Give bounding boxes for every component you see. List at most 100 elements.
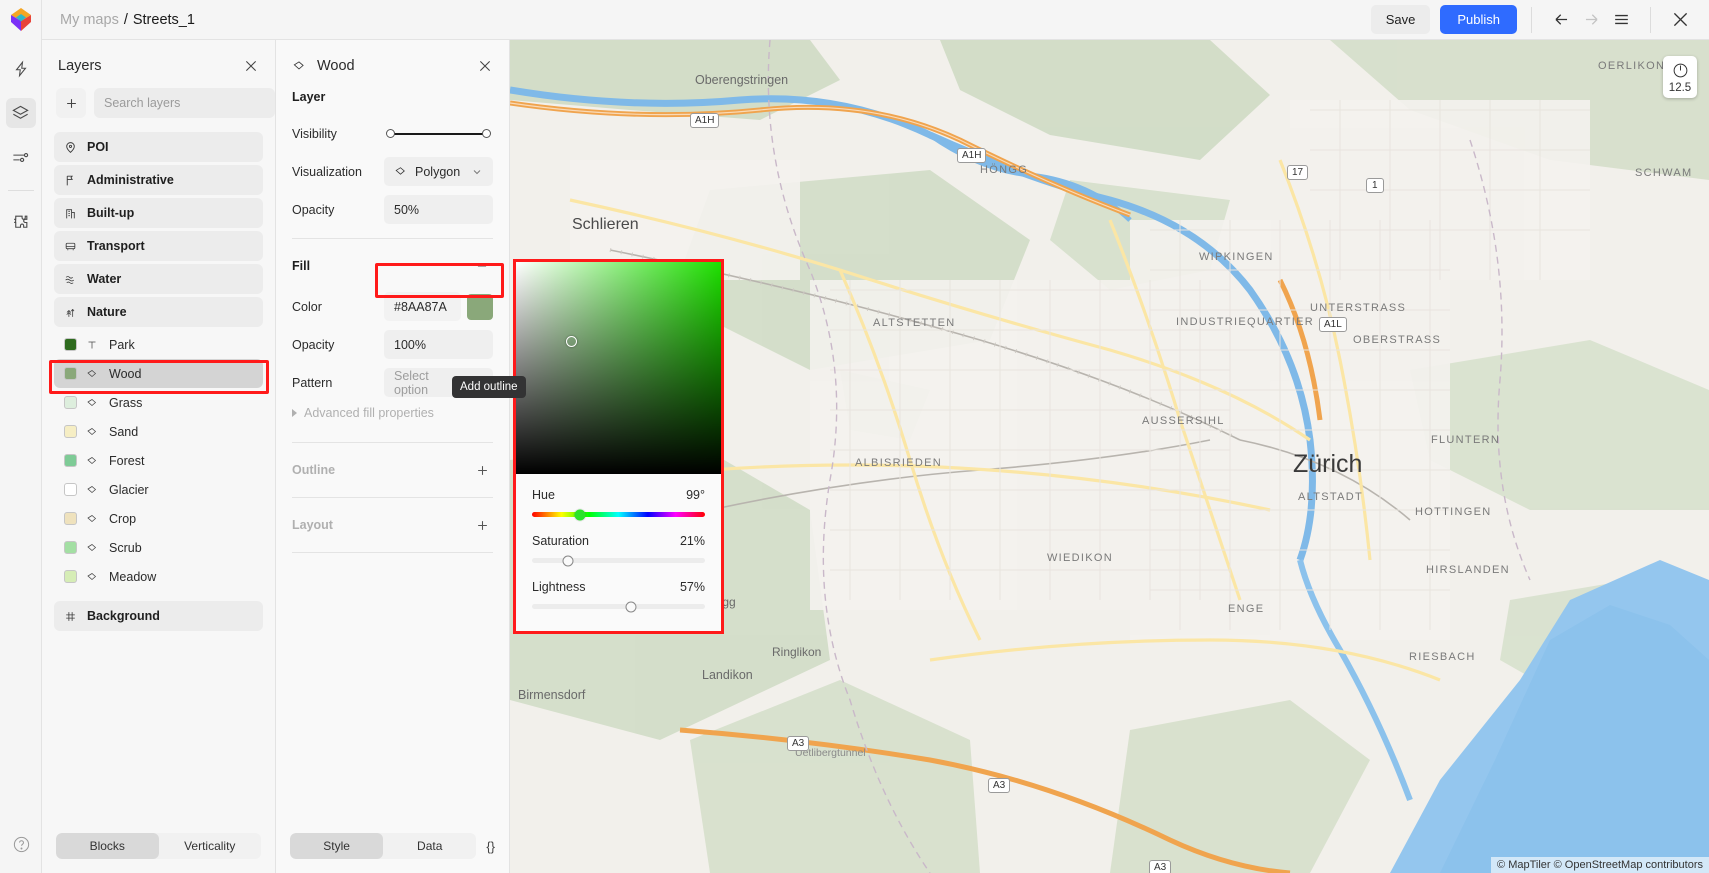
puzzle-icon	[11, 213, 30, 232]
section-divider-4	[292, 552, 493, 553]
polygon-icon	[86, 397, 100, 409]
publish-button[interactable]: Publish	[1440, 5, 1517, 34]
layer-item-grass[interactable]: Grass	[54, 388, 263, 417]
add-outline-button[interactable]	[471, 459, 493, 481]
saturation-value: 21%	[680, 534, 705, 548]
polygon-icon	[86, 542, 100, 554]
layers-panel-close-button[interactable]	[243, 58, 259, 74]
layer-group-label: Transport	[87, 239, 145, 253]
tab-data[interactable]: Data	[383, 833, 476, 859]
fill-opacity-input[interactable]: 100%	[384, 330, 493, 359]
visibility-slider-track	[390, 133, 487, 135]
layer-group-label: Administrative	[87, 173, 174, 187]
layer-item-forest[interactable]: Forest	[54, 446, 263, 475]
close-editor-button[interactable]	[1665, 5, 1695, 35]
visualization-select[interactable]: Polygon	[384, 157, 493, 186]
visibility-slider-max-handle[interactable]	[482, 129, 491, 138]
visibility-slider[interactable]	[384, 119, 493, 148]
tab-blocks[interactable]: Blocks	[56, 833, 159, 859]
app-logo[interactable]	[0, 0, 42, 40]
fill-color-swatch-button[interactable]	[467, 294, 493, 320]
layer-group-administrative[interactable]: Administrative	[54, 165, 263, 195]
close-icon	[477, 58, 493, 74]
layer-group-background[interactable]: Background	[54, 601, 263, 631]
grid-icon	[64, 610, 77, 623]
layer-group-water[interactable]: Water	[54, 264, 263, 294]
save-button[interactable]: Save	[1371, 5, 1431, 34]
back-button[interactable]	[1546, 5, 1576, 35]
add-layer-button[interactable]	[56, 88, 86, 118]
toolbar-divider-2	[1650, 7, 1651, 33]
layout-section-header: Layout	[292, 514, 493, 536]
section-divider-2	[292, 442, 493, 443]
fill-collapse-button[interactable]	[471, 255, 493, 277]
layer-group-label: Nature	[87, 305, 127, 319]
plus-icon	[475, 518, 490, 533]
help-circle-icon	[12, 835, 31, 854]
road-shield: A3	[1149, 860, 1171, 873]
layer-item-scrub[interactable]: Scrub	[54, 533, 263, 562]
tab-verticality[interactable]: Verticality	[159, 833, 262, 859]
lightness-slider[interactable]	[532, 604, 705, 609]
add-layout-button[interactable]	[471, 514, 493, 536]
rail-item-flash[interactable]	[6, 54, 36, 84]
layer-item-label: Forest	[109, 454, 144, 468]
layers-panel: Layers POI	[42, 40, 276, 873]
style-panel-header: Wood	[276, 40, 509, 90]
hue-slider-handle[interactable]	[575, 509, 586, 520]
layer-opacity-input[interactable]: 50%	[384, 195, 493, 224]
arrow-right-icon	[1582, 10, 1601, 29]
rail-item-layers[interactable]	[6, 98, 36, 128]
layer-item-glacier[interactable]: Glacier	[54, 475, 263, 504]
top-bar: My maps / Streets_1 Save Publish	[0, 0, 1709, 40]
tab-style[interactable]: Style	[290, 833, 383, 859]
fill-opacity-value: 100%	[394, 338, 426, 352]
code-view-button[interactable]: {}	[486, 839, 495, 854]
layer-item-label: Sand	[109, 425, 138, 439]
advanced-fill-properties-toggle[interactable]: Advanced fill properties	[292, 406, 493, 420]
lightness-row: Lightness 57%	[532, 580, 705, 594]
hamburger-menu-icon	[1612, 10, 1631, 29]
saturation-slider[interactable]	[532, 558, 705, 563]
layer-color-swatch	[64, 338, 77, 351]
menu-button[interactable]	[1606, 5, 1636, 35]
style-panel-close-button[interactable]	[477, 58, 493, 74]
layer-item-sand[interactable]: Sand	[54, 417, 263, 446]
rail-item-sliders[interactable]	[6, 142, 36, 172]
saturation-value-handle[interactable]	[566, 336, 577, 347]
saturation-slider-handle[interactable]	[563, 555, 574, 566]
layer-item-crop[interactable]: Crop	[54, 504, 263, 533]
hue-slider[interactable]	[532, 512, 705, 517]
fill-color-hex-input[interactable]: #8AA87A	[384, 292, 461, 321]
visibility-slider-min-handle[interactable]	[386, 129, 395, 138]
lightness-slider-handle[interactable]	[625, 601, 636, 612]
help-button[interactable]	[6, 829, 36, 859]
plus-icon	[475, 463, 490, 478]
minus-icon	[475, 259, 489, 273]
layer-item-label: Glacier	[109, 483, 149, 497]
plus-icon	[64, 96, 79, 111]
forward-button[interactable]	[1576, 5, 1606, 35]
saturation-value-area[interactable]	[516, 262, 721, 474]
polygon-icon	[86, 484, 100, 496]
lightness-value: 57%	[680, 580, 705, 594]
style-panel-footer: Style Data {}	[276, 833, 509, 873]
layer-group-transport[interactable]: Transport	[54, 231, 263, 261]
layer-item-label: Meadow	[109, 570, 156, 584]
layer-group-poi[interactable]: POI	[54, 132, 263, 162]
building-icon	[64, 207, 77, 220]
layers-panel-header: Layers	[42, 40, 275, 88]
layer-color-swatch	[64, 454, 77, 467]
layer-group-nature[interactable]: Nature	[54, 297, 263, 327]
search-layers-input[interactable]	[94, 88, 275, 118]
rail-item-plugins[interactable]	[6, 207, 36, 237]
polygon-icon	[86, 426, 100, 438]
zoom-indicator[interactable]: 12.5	[1663, 56, 1697, 98]
layer-section-title: Layer	[292, 90, 493, 104]
layer-item-wood[interactable]: Wood	[54, 359, 263, 388]
layer-group-built-up[interactable]: Built-up	[54, 198, 263, 228]
map-attribution[interactable]: © MapTiler © OpenStreetMap contributors	[1491, 857, 1709, 873]
breadcrumb-parent[interactable]: My maps	[60, 12, 119, 28]
layer-item-park[interactable]: Park	[54, 330, 263, 359]
layer-item-meadow[interactable]: Meadow	[54, 562, 263, 591]
